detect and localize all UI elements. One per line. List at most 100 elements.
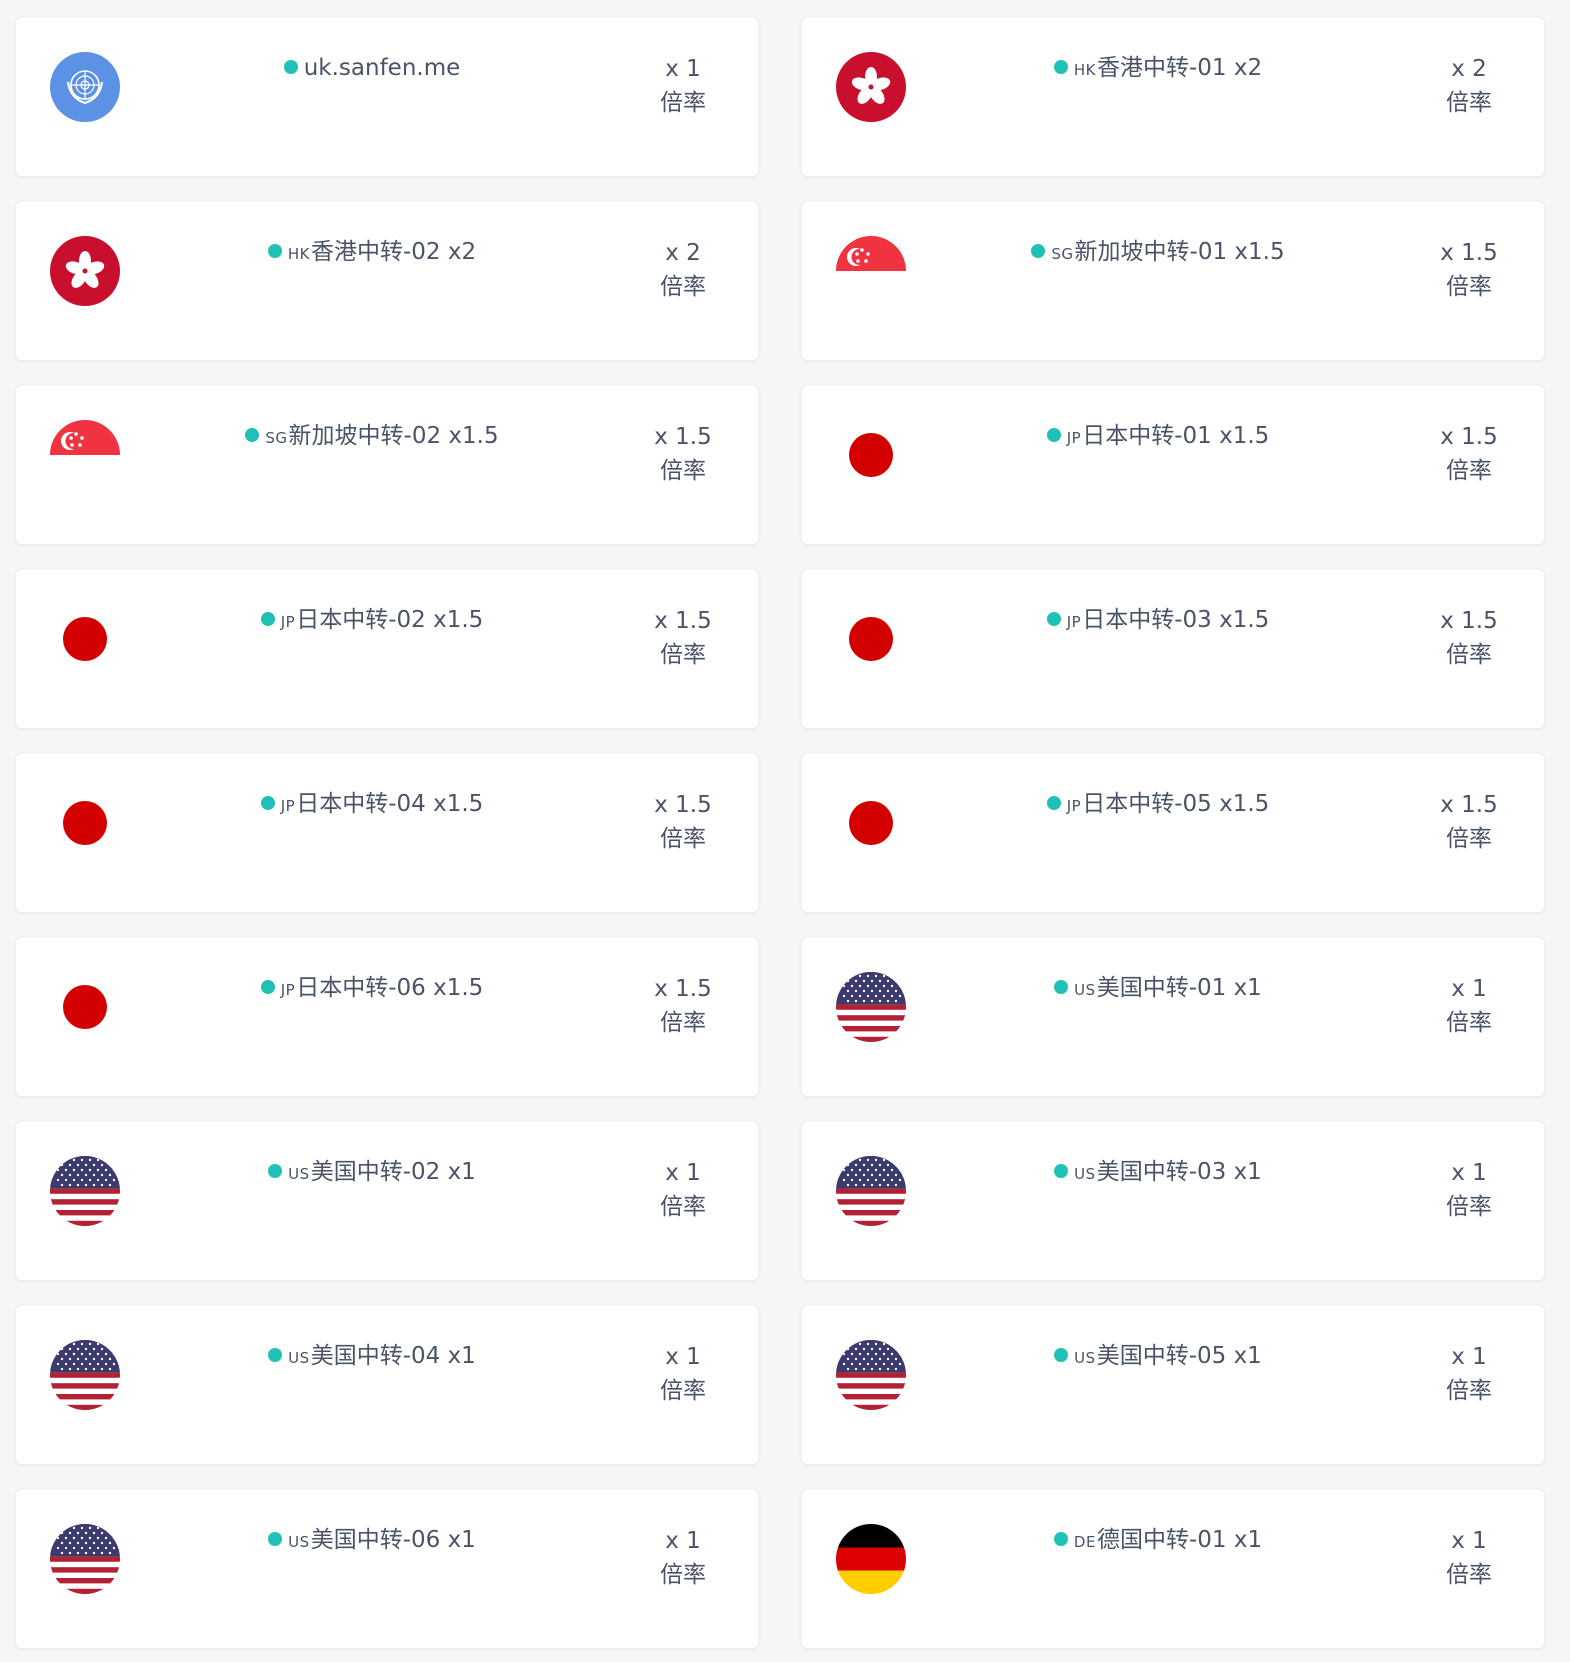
node-label: 德国中转-01 x1 (1096, 1527, 1263, 1553)
node-label: 日本中转-03 x1.5 (1082, 607, 1270, 633)
node-card[interactable]: JP日本中转-03 x1.5 x 1.5 倍率 (802, 570, 1544, 728)
node-label: 美国中转-03 x1 (1096, 1159, 1262, 1185)
node-label: 日本中转-02 x1.5 (296, 607, 484, 633)
node-label: 美国中转-04 x1 (310, 1343, 476, 1369)
node-card[interactable]: US美国中转-03 x1 x 1 倍率 (802, 1122, 1544, 1280)
region-code: SG (265, 429, 288, 447)
rate-block: x 2 倍率 (1424, 52, 1514, 120)
node-card[interactable]: US美国中转-05 x1 x 1 倍率 (802, 1306, 1544, 1464)
node-card[interactable]: JP日本中转-01 x1.5 x 1.5 倍率 (802, 386, 1544, 544)
status-dot-icon (1031, 244, 1046, 258)
rate-multiplier: x 1 (1451, 1160, 1487, 1186)
status-dot-icon (283, 60, 298, 74)
us-flag-icon (50, 1340, 120, 1410)
rate-block: x 1 倍率 (638, 1340, 728, 1408)
rate-block: x 2 倍率 (638, 236, 728, 304)
node-name: HK香港中转-01 x2 (932, 52, 1384, 86)
node-card[interactable]: HK香港中转-01 x2 x 2 倍率 (802, 18, 1544, 176)
rate-block: x 1.5 倍率 (638, 420, 728, 488)
rate-label: 倍率 (660, 1010, 706, 1036)
jp-flag-icon (50, 604, 120, 674)
rate-block: x 1 倍率 (1424, 1156, 1514, 1224)
rate-block: x 1.5 倍率 (1424, 788, 1514, 856)
rate-multiplier: x 1 (1451, 1344, 1487, 1370)
region-code: US (288, 1165, 310, 1183)
rate-multiplier: x 1.5 (1440, 240, 1498, 266)
node-card[interactable]: SG新加坡中转-01 x1.5 x 1.5 倍率 (802, 202, 1544, 360)
rate-multiplier: x 1 (665, 1528, 701, 1554)
node-name: JP日本中转-02 x1.5 (146, 604, 598, 638)
status-dot-icon (1054, 1164, 1069, 1178)
rate-multiplier: x 1 (665, 1160, 701, 1186)
status-dot-icon (1053, 1532, 1068, 1546)
node-card[interactable]: HK香港中转-02 x2 x 2 倍率 (16, 202, 758, 360)
region-code: HK (1073, 61, 1096, 79)
status-dot-icon (1054, 1348, 1069, 1362)
node-name: JP日本中转-04 x1.5 (146, 788, 598, 822)
region-code: JP (280, 981, 296, 999)
status-dot-icon (1046, 428, 1061, 442)
status-dot-icon (260, 612, 275, 626)
node-label: 日本中转-04 x1.5 (296, 791, 484, 817)
jp-flag-icon (50, 972, 120, 1042)
node-label: uk.sanfen.me (303, 55, 461, 81)
rate-label: 倍率 (660, 1378, 706, 1404)
rate-label: 倍率 (1446, 1562, 1492, 1588)
node-name: JP日本中转-06 x1.5 (146, 972, 598, 1006)
region-code: JP (280, 613, 296, 631)
region-code: DE (1073, 1533, 1096, 1551)
rate-block: x 1 倍率 (1424, 1524, 1514, 1592)
rate-block: x 1.5 倍率 (1424, 236, 1514, 304)
region-code: JP (1066, 613, 1082, 631)
node-card[interactable]: JP日本中转-06 x1.5 x 1.5 倍率 (16, 938, 758, 1096)
rate-multiplier: x 1.5 (1440, 792, 1498, 818)
node-name: JP日本中转-05 x1.5 (932, 788, 1384, 822)
rate-block: x 1 倍率 (1424, 972, 1514, 1040)
node-card[interactable]: JP日本中转-05 x1.5 x 1.5 倍率 (802, 754, 1544, 912)
node-card[interactable]: US美国中转-06 x1 x 1 倍率 (16, 1490, 758, 1648)
node-name: SG新加坡中转-01 x1.5 (932, 236, 1384, 270)
node-card[interactable]: uk.sanfen.me x 1 倍率 (16, 18, 758, 176)
region-code: JP (280, 797, 296, 815)
sg-flag-icon (50, 420, 120, 490)
node-card[interactable]: JP日本中转-02 x1.5 x 1.5 倍率 (16, 570, 758, 728)
node-card[interactable]: SG新加坡中转-02 x1.5 x 1.5 倍率 (16, 386, 758, 544)
rate-multiplier: x 1 (1451, 976, 1487, 1002)
node-card[interactable]: US美国中转-02 x1 x 1 倍率 (16, 1122, 758, 1280)
node-list: uk.sanfen.me x 1 倍率 HK香港中转-01 x2 x 2 倍率 HK香港… (0, 0, 1570, 1662)
node-label: 美国中转-01 x1 (1096, 975, 1262, 1001)
rate-multiplier: x 1.5 (1440, 608, 1498, 634)
rate-block: x 1 倍率 (638, 52, 728, 120)
node-card[interactable]: JP日本中转-04 x1.5 x 1.5 倍率 (16, 754, 758, 912)
node-name: US美国中转-05 x1 (932, 1340, 1384, 1374)
node-name: US美国中转-06 x1 (146, 1524, 598, 1558)
region-code: US (1074, 1165, 1096, 1183)
node-card[interactable]: US美国中转-04 x1 x 1 倍率 (16, 1306, 758, 1464)
node-label: 日本中转-06 x1.5 (296, 975, 484, 1001)
node-label: 美国中转-02 x1 (310, 1159, 476, 1185)
rate-block: x 1.5 倍率 (1424, 604, 1514, 672)
status-dot-icon (267, 244, 282, 258)
node-label: 香港中转-01 x2 (1097, 55, 1263, 81)
region-code: HK (287, 245, 310, 263)
rate-multiplier: x 1 (665, 56, 701, 82)
node-label: 香港中转-02 x2 (311, 239, 477, 265)
region-code: US (1074, 981, 1096, 999)
node-name: US美国中转-03 x1 (932, 1156, 1384, 1190)
node-name: DE德国中转-01 x1 (932, 1524, 1384, 1558)
rate-label: 倍率 (660, 90, 706, 116)
node-card[interactable]: US美国中转-01 x1 x 1 倍率 (802, 938, 1544, 1096)
rate-block: x 1 倍率 (638, 1524, 728, 1592)
jp-flag-icon (50, 788, 120, 858)
node-name: US美国中转-01 x1 (932, 972, 1384, 1006)
node-label: 日本中转-05 x1.5 (1082, 791, 1270, 817)
region-code: US (1074, 1349, 1096, 1367)
node-label: 日本中转-01 x1.5 (1082, 423, 1270, 449)
node-name: JP日本中转-03 x1.5 (932, 604, 1384, 638)
node-card[interactable]: DE德国中转-01 x1 x 1 倍率 (802, 1490, 1544, 1648)
node-name: US美国中转-04 x1 (146, 1340, 598, 1374)
status-dot-icon (245, 428, 260, 442)
hk-flag-icon (836, 52, 906, 122)
rate-multiplier: x 1.5 (1440, 424, 1498, 450)
rate-multiplier: x 1.5 (654, 792, 712, 818)
